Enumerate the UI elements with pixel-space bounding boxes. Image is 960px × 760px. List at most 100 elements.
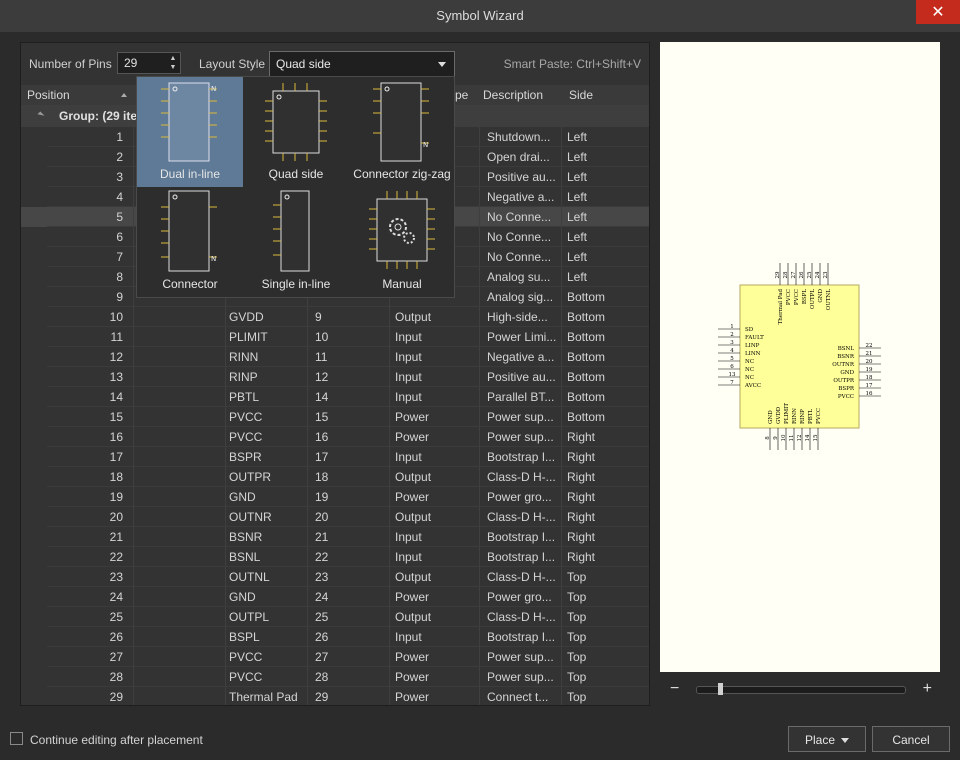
column-divider <box>225 427 226 447</box>
column-divider <box>479 487 480 507</box>
table-row[interactable]: 18 OUTPR 18 Output Class-D H-... Right <box>21 467 649 487</box>
table-row[interactable]: 25 OUTPL 25 Output Class-D H-... Top <box>21 607 649 627</box>
tile-connector-zigzag[interactable]: N Connector zig-zag <box>349 77 455 187</box>
cell-desc: Positive au... <box>487 170 556 184</box>
close-button[interactable]: ✕ <box>916 0 960 24</box>
tile-manual[interactable]: Manual <box>349 187 455 297</box>
cell-side: Right <box>567 530 596 544</box>
layout-style-select[interactable]: Quad side <box>269 51 455 77</box>
tile-label: Quad side <box>268 167 324 181</box>
cell-name: PBTL <box>229 390 260 404</box>
place-button[interactable]: Place <box>788 726 866 752</box>
column-divider <box>307 647 308 667</box>
tile-connector[interactable]: N Connector <box>137 187 243 297</box>
col-side[interactable]: Side <box>569 88 593 102</box>
table-row[interactable]: 17 BSPR 17 Input Bootstrap I... Right <box>21 447 649 467</box>
cell-side: Right <box>567 470 596 484</box>
table-row[interactable]: 29 Thermal Pad 29 Power Connect t... Top <box>21 687 649 705</box>
column-divider <box>389 687 390 705</box>
tile-quad-side[interactable]: Quad side <box>243 77 349 187</box>
column-divider <box>479 307 480 327</box>
col-description[interactable]: Description <box>483 88 543 102</box>
layout-style-popup: N Dual in-line Quad side N Connector zig… <box>136 76 455 298</box>
column-divider <box>307 687 308 705</box>
cell-num: 17 <box>315 450 329 464</box>
footer: Continue editing after placement Place C… <box>0 722 960 760</box>
pin-name: GND <box>768 410 774 424</box>
num-pins-input[interactable]: 29 ▲ ▼ <box>117 52 181 74</box>
continue-editing-checkbox[interactable] <box>10 732 23 745</box>
pin-name: PVCC <box>786 289 792 305</box>
table-row[interactable]: 22 BSNL 22 Input Bootstrap I... Right <box>21 547 649 567</box>
column-divider <box>133 147 134 167</box>
column-divider <box>561 367 562 387</box>
cell-desc: Bootstrap I... <box>487 550 556 564</box>
column-divider <box>561 227 562 247</box>
column-divider <box>561 587 562 607</box>
cell-name: PVCC <box>229 430 263 444</box>
table-row[interactable]: 16 PVCC 16 Power Power sup... Right <box>21 427 649 447</box>
pin-number: 19 <box>866 367 873 373</box>
spinner-icon[interactable]: ▲ ▼ <box>168 54 178 72</box>
cell-desc: Parallel BT... <box>487 390 555 404</box>
column-divider <box>561 167 562 187</box>
cell-pos: 23 <box>109 570 123 584</box>
cell-num: 15 <box>315 410 329 424</box>
table-row[interactable]: 21 BSNR 21 Input Bootstrap I... Right <box>21 527 649 547</box>
table-row[interactable]: 12 RINN 11 Input Negative a... Bottom <box>21 347 649 367</box>
column-divider <box>561 327 562 347</box>
column-divider <box>133 167 134 187</box>
column-divider <box>133 247 134 267</box>
cell-pos: 4 <box>116 190 123 204</box>
cell-name: BSPL <box>229 630 260 644</box>
table-row[interactable]: 14 PBTL 14 Input Parallel BT... Bottom <box>21 387 649 407</box>
cancel-button[interactable]: Cancel <box>872 726 950 752</box>
table-row[interactable]: 13 RINP 12 Input Positive au... Bottom <box>21 367 649 387</box>
cell-desc: Power gro... <box>487 490 552 504</box>
col-type[interactable]: pe <box>455 88 468 102</box>
column-divider <box>561 687 562 705</box>
cell-name: OUTNR <box>229 510 272 524</box>
col-position[interactable]: Position <box>27 88 70 102</box>
column-divider <box>389 547 390 567</box>
cell-side: Left <box>567 210 588 224</box>
sort-asc-icon <box>121 93 127 97</box>
zoom-in-button[interactable]: + <box>923 680 932 698</box>
zoom-slider-thumb[interactable] <box>718 683 723 695</box>
pin-name: NC <box>745 367 754 373</box>
table-row[interactable]: 23 OUTNL 23 Output Class-D H-... Top <box>21 567 649 587</box>
cell-name: OUTPR <box>229 470 271 484</box>
collapse-icon[interactable] <box>37 111 45 119</box>
column-divider <box>479 687 480 705</box>
table-row[interactable]: 10 GVDD 9 Output High-side... Bottom <box>21 307 649 327</box>
column-divider <box>389 507 390 527</box>
table-row[interactable]: 24 GND 24 Power Power gro... Top <box>21 587 649 607</box>
tile-dual-in-line[interactable]: N Dual in-line <box>137 77 243 187</box>
symbol-preview[interactable]: 1 SD 2 FAULT 3 LINP 4 LINN 5 NC 6 NC 13 NC 7 AVCC 22 BSNL… <box>660 42 940 672</box>
cell-name: PVCC <box>229 410 263 424</box>
table-row[interactable]: 28 PVCC 28 Power Power sup... Top <box>21 667 649 687</box>
column-divider <box>479 467 480 487</box>
table-row[interactable]: 26 BSPL 26 Input Bootstrap I... Top <box>21 627 649 647</box>
column-divider <box>133 467 134 487</box>
table-row[interactable]: 20 OUTNR 20 Output Class-D H-... Right <box>21 507 649 527</box>
column-divider <box>479 647 480 667</box>
table-row[interactable]: 19 GND 19 Power Power gro... Right <box>21 487 649 507</box>
cell-desc: Analog su... <box>487 270 551 284</box>
table-row[interactable]: 27 PVCC 27 Power Power sup... Top <box>21 647 649 667</box>
table-row[interactable]: 15 PVCC 15 Power Power sup... Bottom <box>21 407 649 427</box>
column-divider <box>133 487 134 507</box>
table-row[interactable]: 11 PLIMIT 10 Input Power Limi... Bottom <box>21 327 649 347</box>
column-divider <box>133 567 134 587</box>
cell-desc: Class-D H-... <box>487 510 556 524</box>
zoom-slider[interactable] <box>696 686 906 694</box>
column-divider <box>307 387 308 407</box>
cell-side: Bottom <box>567 370 606 384</box>
tile-single-in-line[interactable]: Single in-line <box>243 187 349 297</box>
cell-desc: Connect t... <box>487 690 549 704</box>
column-divider <box>133 347 134 367</box>
pin-number: 11 <box>789 435 795 442</box>
chevron-down-icon <box>438 62 446 67</box>
zoom-out-button[interactable]: − <box>670 680 679 698</box>
pin-number: 21 <box>866 351 873 357</box>
